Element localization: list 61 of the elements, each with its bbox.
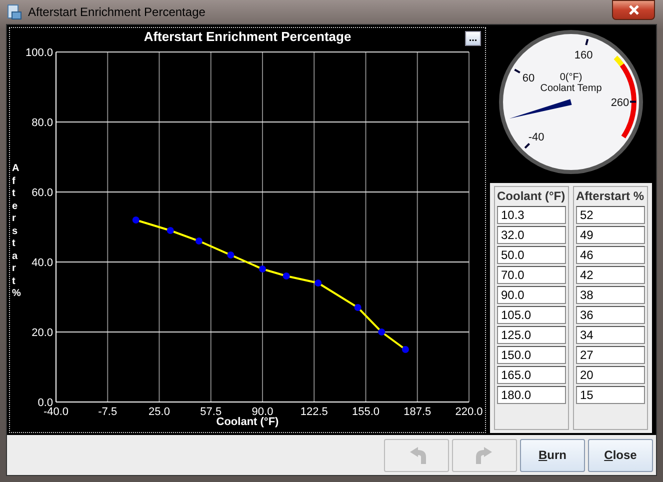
data-point[interactable] <box>314 280 322 286</box>
x-tick-label: -7.5 <box>98 406 118 418</box>
x-axis-label: Coolant (°F) <box>216 416 279 428</box>
x-tick-label: 155.0 <box>352 406 380 418</box>
x-tick-label: 122.5 <box>300 406 328 418</box>
y-tick-label: 80.0 <box>32 117 53 129</box>
action-button[interactable]: Close <box>588 438 653 472</box>
close-button[interactable] <box>612 0 655 20</box>
value-field[interactable]: 32.0 <box>497 226 566 244</box>
value-field[interactable]: 27 <box>576 346 645 364</box>
data-point[interactable] <box>402 346 409 353</box>
column-header: Afterstart % <box>576 189 645 203</box>
warning-band <box>614 56 624 66</box>
value-field[interactable]: 34 <box>576 326 645 344</box>
x-tick-label: 57.5 <box>200 406 222 418</box>
close-icon <box>628 5 640 15</box>
value-field[interactable]: 42 <box>576 266 645 284</box>
value-field[interactable]: 36 <box>576 306 645 324</box>
data-point[interactable] <box>166 227 174 234</box>
x-tick-label: -40.0 <box>43 406 69 418</box>
gauge-tick-label: 160 <box>574 50 593 62</box>
value-field[interactable]: 15 <box>576 386 645 404</box>
value-field[interactable]: 125.0 <box>497 326 566 344</box>
y-axis-label: Afterstart % <box>12 163 22 301</box>
value-field[interactable]: 50.0 <box>497 246 566 264</box>
value-field[interactable]: 180.0 <box>497 386 566 404</box>
chart-title: Afterstart Enrichment Percentage <box>144 28 352 46</box>
x-tick-label: 220.0 <box>455 406 483 418</box>
x-tick-label: 90.0 <box>252 406 274 418</box>
value-field[interactable]: 70.0 <box>497 266 566 284</box>
gauge-tick-label: 260 <box>610 96 630 109</box>
column-header: Coolant (°F) <box>497 189 566 203</box>
gauge-tick-label: 60 <box>522 72 535 85</box>
value-field[interactable]: 90.0 <box>497 286 566 304</box>
menu-button[interactable]: ... <box>465 31 481 46</box>
y-tick-label: 100.0 <box>25 47 53 59</box>
x-tick-label: 25.0 <box>148 406 170 418</box>
value-field[interactable]: 38 <box>576 286 645 304</box>
value-field[interactable]: 10.3 <box>497 206 566 224</box>
value-field[interactable]: 49 <box>576 226 645 244</box>
window-title: Afterstart Enrichment Percentage <box>28 5 206 19</box>
value-field[interactable]: 150.0 <box>497 346 566 364</box>
data-point[interactable] <box>227 252 234 258</box>
y-tick-label: 40.0 <box>32 257 53 269</box>
gauge-tick-label: -40 <box>528 132 544 144</box>
y-tick-label: 20.0 <box>32 327 53 339</box>
data-point[interactable] <box>354 304 362 311</box>
data-point[interactable] <box>282 272 290 280</box>
value-field[interactable]: 165.0 <box>497 366 566 384</box>
gauge-label: Coolant Temp <box>540 83 602 94</box>
value-field[interactable]: 46 <box>576 246 645 264</box>
data-point[interactable] <box>378 328 386 336</box>
value-field[interactable]: 52 <box>576 206 645 224</box>
app-icon <box>6 4 22 20</box>
x-tick-label: 187.5 <box>404 406 432 418</box>
value-field[interactable]: 105.0 <box>497 306 566 324</box>
gauge-reading: 0(°F) <box>560 72 582 83</box>
data-point[interactable] <box>195 238 202 244</box>
value-field[interactable]: 20 <box>576 366 645 384</box>
action-button[interactable]: Burn <box>520 438 585 472</box>
y-tick-label: 60.0 <box>32 187 53 199</box>
